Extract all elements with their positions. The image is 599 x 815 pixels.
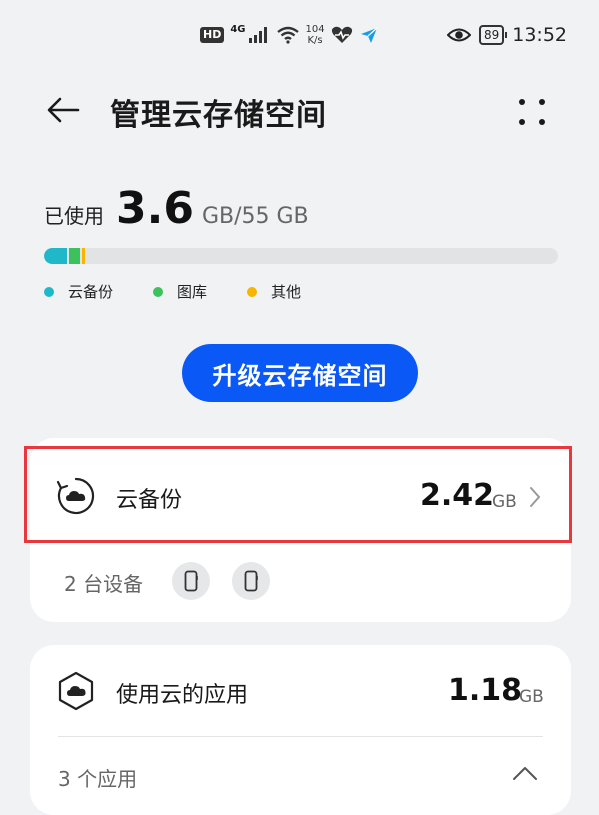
used-value: 3.6	[116, 183, 194, 234]
network-type: 4G	[230, 23, 246, 35]
device-avatar[interactable]	[232, 562, 270, 600]
status-bar-right: 89 13:52	[446, 24, 567, 46]
legend-dot	[153, 286, 164, 297]
storage-usage-bar	[44, 248, 558, 264]
page-title: 管理云存储空间	[110, 98, 327, 133]
legend-label: 云备份	[68, 283, 114, 301]
speed-value: 104	[305, 24, 325, 35]
clock: 13:52	[512, 24, 567, 46]
heart-rate-icon	[331, 26, 352, 43]
cloud-apps-unit: GB	[519, 687, 544, 707]
legend-item: 云备份	[44, 281, 113, 302]
storage-legend: 云备份 图库 其他	[44, 281, 341, 302]
legend-dot	[247, 286, 258, 297]
status-bar-left: HD 4G 104 K/s	[200, 24, 379, 46]
network-speed: 104 K/s	[306, 24, 325, 46]
chevron-up-icon[interactable]	[512, 765, 538, 781]
signal-icon	[248, 27, 267, 43]
storage-usage: 已使用 3.6 GB/55 GB	[44, 183, 309, 234]
legend-label: 其他	[271, 283, 302, 301]
cloud-apps-icon	[58, 671, 94, 711]
upgrade-storage-button[interactable]: 升级云存储空间	[182, 344, 418, 402]
phone-icon	[244, 570, 258, 592]
back-arrow-icon[interactable]	[44, 90, 84, 130]
app-header: 管理云存储空间	[0, 76, 599, 146]
legend-item: 图库	[153, 281, 207, 302]
legend-label: 图库	[177, 283, 208, 301]
cloud-apps-card: 使用云的应用 1.18 GB 3 个应用	[30, 645, 571, 815]
wifi-icon	[276, 26, 299, 44]
storage-total: GB/55 GB	[201, 204, 309, 229]
app-count: 3 个应用	[58, 767, 138, 791]
usage-segment	[69, 248, 80, 264]
battery-indicator: 89	[478, 25, 508, 45]
phone-icon	[184, 570, 198, 592]
speed-unit: K/s	[307, 35, 323, 46]
cloud-backup-row[interactable]	[24, 446, 572, 543]
usage-segment	[82, 248, 85, 264]
legend-dot	[44, 286, 54, 297]
usage-segment	[44, 248, 67, 264]
cloud-apps-title: 使用云的应用	[116, 683, 249, 708]
divider	[58, 736, 543, 737]
status-bar: HD 4G 104 K/s 89 13:52	[0, 0, 599, 76]
cloud-apps-size: 1.18	[448, 673, 523, 708]
legend-item: 其他	[247, 281, 301, 302]
hd-badge: HD	[200, 27, 225, 43]
device-count: 2 台设备	[64, 572, 144, 596]
used-label: 已使用	[44, 204, 104, 228]
eye-icon	[446, 28, 471, 42]
more-options-icon[interactable]	[512, 94, 552, 130]
device-avatar[interactable]	[172, 562, 210, 600]
send-icon	[360, 27, 378, 43]
